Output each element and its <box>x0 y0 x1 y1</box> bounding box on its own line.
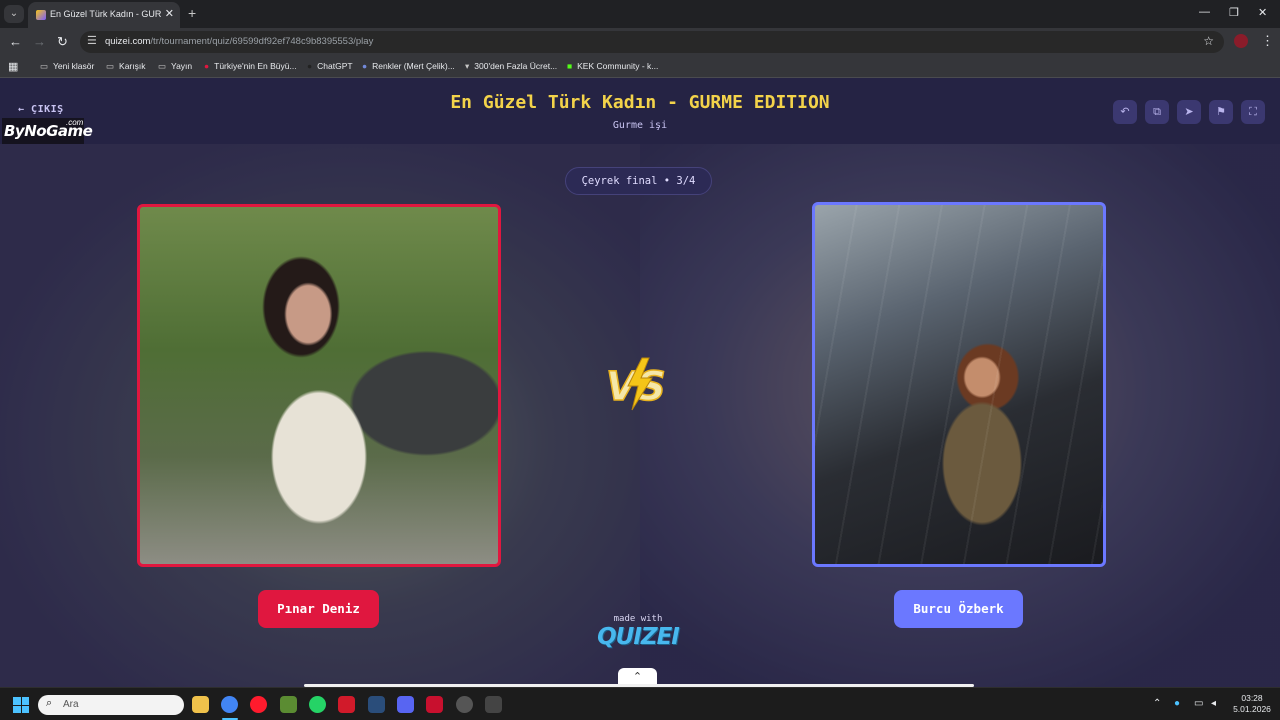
apps-grid-icon[interactable]: ▦ <box>8 60 18 73</box>
taskbar-search[interactable]: ⌕ Ara <box>38 695 184 715</box>
browser-tab-bar: ⌄ En Güzel Türk Kadın - GURME E ✕ + — ❐ … <box>0 0 1280 28</box>
fullscreen-button[interactable]: ⛶ <box>1241 100 1265 124</box>
folder-icon: ▭ <box>106 61 115 71</box>
bookmark-item[interactable]: ● Renkler (Mert Çelik)... <box>362 61 455 71</box>
report-button[interactable]: ⚑ <box>1209 100 1233 124</box>
network-icon[interactable]: ▭ <box>1194 698 1203 709</box>
bookmark-item[interactable]: ▭ Yeni klasör <box>40 61 94 72</box>
browser-toolbar: ← → ↻ ☰ quizei.com/tr/tournament/quiz/69… <box>0 28 1280 56</box>
site-info-icon[interactable]: ☰ <box>87 34 97 47</box>
search-icon: ⌕ <box>46 697 53 709</box>
tray-chevron-icon[interactable]: ⌃ <box>1153 698 1161 709</box>
taskbar-clock[interactable]: 03:28 5.01.2026 <box>1232 693 1272 715</box>
back-arrow-icon[interactable]: ← <box>9 34 22 49</box>
left-contestant-button[interactable]: Pınar Deniz <box>258 590 379 628</box>
profile-avatar[interactable] <box>1234 34 1248 48</box>
tab-favicon-icon <box>36 10 46 20</box>
site-icon: ▾ <box>465 61 470 71</box>
quizei-logo: QUIZEI <box>597 624 680 650</box>
bookmark-item[interactable]: ● ChatGPT <box>307 61 353 71</box>
valorant-icon[interactable] <box>426 696 443 713</box>
made-with-label: made with <box>613 614 663 624</box>
fullscreen-icon: ⛶ <box>1249 106 1257 118</box>
bookmark-item[interactable]: ▾ 300'den Fazla Ücret... <box>465 61 557 72</box>
send-icon: ➤ <box>1184 106 1194 118</box>
bookmark-item[interactable]: ■ KEK Community - k... <box>567 61 658 71</box>
bookmark-item[interactable]: ▭ Yayın <box>158 61 192 72</box>
bookmark-item[interactable]: ▭ Karışık <box>106 61 145 72</box>
share-icon: ⧉ <box>1153 106 1161 118</box>
chrome-icon[interactable] <box>221 696 238 713</box>
minimize-button[interactable]: — <box>1199 6 1210 18</box>
steam-icon[interactable] <box>368 696 385 713</box>
discord-icon[interactable] <box>397 696 414 713</box>
quiz-title: En Güzel Türk Kadın - GURME EDITION <box>450 92 830 113</box>
left-contestant-photo[interactable] <box>137 204 501 567</box>
windows-start-icon[interactable] <box>13 697 29 713</box>
undo-icon: ↶ <box>1120 106 1130 118</box>
bookmarks-bar: ▦ ▭ Yeni klasör ▭ Karışık ▭ Yayın ● Türkiye'… <box>0 56 1280 78</box>
vs-lightning-icon: VS <box>605 357 667 411</box>
file-explorer-icon[interactable] <box>192 696 209 713</box>
url-text: quizei.com/tr/tournament/quiz/69599df92e… <box>105 36 374 47</box>
app-icon[interactable] <box>338 696 355 713</box>
round-badge: Çeyrek final • 3/4 <box>565 167 712 195</box>
bookmark-item[interactable]: ● Türkiye'nin En Büyü... <box>204 61 297 71</box>
chatgpt-icon: ● <box>307 61 313 71</box>
kick-icon: ■ <box>567 61 573 71</box>
right-contestant-button[interactable]: Burcu Özberk <box>894 590 1023 628</box>
tab-close-icon[interactable]: ✕ <box>165 7 174 20</box>
quiz-subtitle: Gurme işi <box>612 120 668 131</box>
quiz-page: ← ÇIKIŞ ByNoGame .com En Güzel Türk Kadı… <box>0 78 1280 687</box>
folder-icon: ▭ <box>158 61 167 71</box>
bookmark-star-icon[interactable]: ☆ <box>1203 34 1214 48</box>
undo-button[interactable]: ↶ <box>1113 100 1137 124</box>
opera-icon: ● <box>204 61 210 71</box>
address-bar[interactable]: ☰ quizei.com/tr/tournament/quiz/69599df9… <box>80 31 1224 53</box>
tab-title: En Güzel Türk Kadın - GURME E <box>50 9 162 19</box>
send-button[interactable]: ➤ <box>1177 100 1201 124</box>
forward-arrow-icon[interactable]: → <box>33 34 46 49</box>
browser-menu-icon[interactable]: ⋮ <box>1261 33 1274 49</box>
minecraft-icon[interactable] <box>280 696 297 713</box>
share-button[interactable]: ⧉ <box>1145 100 1169 124</box>
window-close-button[interactable]: ✕ <box>1258 6 1267 19</box>
flag-icon: ⚑ <box>1216 106 1226 118</box>
tab-search-dropdown[interactable]: ⌄ <box>4 5 24 23</box>
opera-icon[interactable] <box>250 696 267 713</box>
app-icon[interactable] <box>485 696 502 713</box>
folder-icon: ▭ <box>40 61 49 71</box>
whatsapp-icon[interactable] <box>309 696 326 713</box>
chevron-up-icon: ⌃ <box>632 671 643 683</box>
right-contestant-photo[interactable] <box>812 202 1106 567</box>
new-tab-button[interactable]: + <box>188 5 196 21</box>
browser-tab[interactable]: En Güzel Türk Kadın - GURME E ✕ <box>28 2 180 28</box>
windows-taskbar: ⌕ Ara ⌃ ● ▭ ◂ 03:28 5.01.2026 <box>0 687 1280 720</box>
microphone-icon[interactable]: ● <box>1174 698 1180 709</box>
restore-button[interactable]: ❐ <box>1229 6 1239 19</box>
reload-icon[interactable]: ↻ <box>57 34 68 50</box>
volume-icon[interactable]: ◂ <box>1211 698 1216 709</box>
obs-icon[interactable] <box>456 696 473 713</box>
discord-icon: ● <box>362 61 368 71</box>
